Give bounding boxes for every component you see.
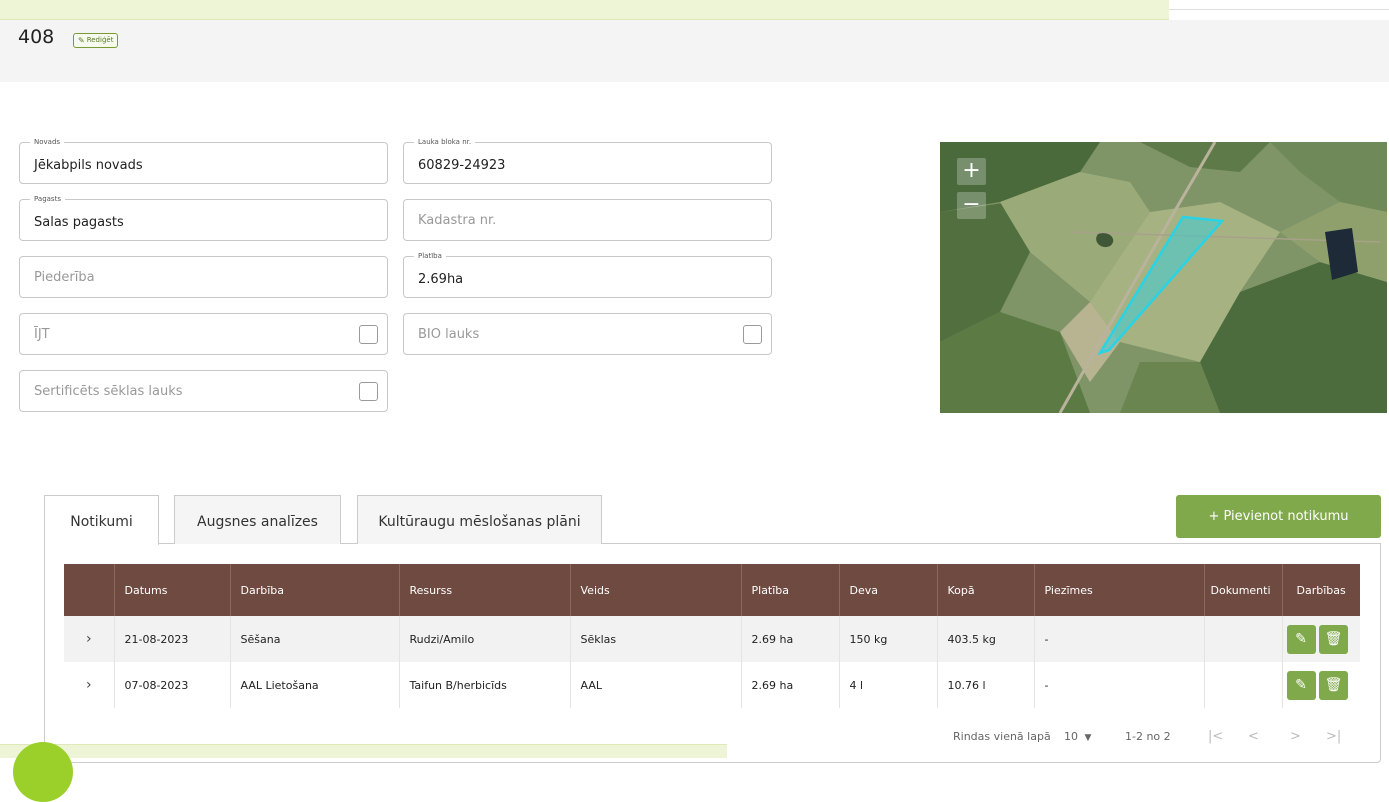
cell-actions: ✎ 🗑 xyxy=(1281,662,1360,708)
cell-piezimes: - xyxy=(1033,662,1204,708)
novads-field[interactable]: Novads Jēkabpils novads xyxy=(19,137,388,184)
cell-dokumenti xyxy=(1203,616,1282,662)
sertificets-checkbox[interactable] xyxy=(359,382,378,401)
header-resurss[interactable]: Resurss xyxy=(398,564,570,616)
field-header xyxy=(0,20,1389,82)
cell-dokumenti xyxy=(1203,662,1282,708)
satellite-image xyxy=(940,142,1387,413)
sertificets-label: Sertificēts sēklas lauks xyxy=(34,384,183,399)
tab-augsnes-analizes[interactable]: Augsnes analīzes xyxy=(174,495,341,544)
header-platiba[interactable]: Platība xyxy=(740,564,839,616)
cell-piezimes: - xyxy=(1033,616,1204,662)
floating-action-button[interactable] xyxy=(13,742,73,802)
ijt-field: ĪJT xyxy=(19,313,388,355)
bio-label: BIO lauks xyxy=(418,327,480,342)
field-title: 408 xyxy=(18,26,55,48)
cell-veids: AAL xyxy=(569,662,741,708)
caret-down-icon: ▼ xyxy=(1084,733,1092,743)
events-table: Datums Darbība Resurss Veids Platība Dev… xyxy=(64,564,1360,708)
cell-platiba: 2.69 ha xyxy=(740,662,839,708)
cell-platiba: 2.69 ha xyxy=(740,616,839,662)
header-deva[interactable]: Deva xyxy=(838,564,937,616)
cell-deva: 150 kg xyxy=(838,616,937,662)
edit-button-label: Rediģēt xyxy=(86,36,114,44)
pagination-range: 1-2 no 2 xyxy=(1125,730,1171,743)
platiba-field[interactable]: Platība 2.69ha xyxy=(403,251,772,298)
rows-per-page-label: Rindas vienā lapā xyxy=(953,730,1051,743)
trash-icon[interactable]: 🗑 xyxy=(1319,670,1348,700)
cell-darbiba: Sēšana xyxy=(229,616,399,662)
pagasts-value: Salas pagasts xyxy=(34,215,124,230)
zoom-out-button[interactable]: − xyxy=(957,192,986,219)
next-page-icon[interactable]: > xyxy=(1290,729,1301,744)
header-darbiba[interactable]: Darbība xyxy=(229,564,399,616)
cell-resurss: Rudzi/Amilo xyxy=(398,616,570,662)
sertificets-field: Sertificēts sēklas lauks xyxy=(19,370,388,412)
last-page-icon[interactable]: >| xyxy=(1326,729,1341,744)
header-expand xyxy=(64,564,114,616)
kadastrs-field[interactable]: Kadastra nr. xyxy=(403,199,772,241)
tab-kulturaugu-meslosanas-plani[interactable]: Kultūraugu mēslošanas plāni xyxy=(357,495,602,544)
top-divider xyxy=(1169,0,1389,10)
table-header-row: Datums Darbība Resurss Veids Platība Dev… xyxy=(64,564,1360,616)
lauka-bloks-label: Lauka bloka nr. xyxy=(414,137,476,147)
first-page-icon[interactable]: |< xyxy=(1208,729,1223,744)
field-map[interactable]: + − xyxy=(940,142,1387,413)
bio-field: BIO lauks xyxy=(403,313,772,355)
rows-per-page-select[interactable]: 10 ▼ xyxy=(1064,730,1091,743)
bio-checkbox[interactable] xyxy=(743,325,762,344)
cell-actions: ✎ 🗑 xyxy=(1281,616,1360,662)
trash-icon[interactable]: 🗑 xyxy=(1319,624,1348,654)
cell-darbiba: AAL Lietošana xyxy=(229,662,399,708)
pagasts-field[interactable]: Pagasts Salas pagasts xyxy=(19,194,388,241)
pencil-icon: ✎ xyxy=(78,36,85,45)
zoom-in-button[interactable]: + xyxy=(957,158,986,185)
bottom-banner-strip xyxy=(0,744,727,758)
header-kopa[interactable]: Kopā xyxy=(936,564,1034,616)
header-datums[interactable]: Datums xyxy=(113,564,230,616)
ijt-label: ĪJT xyxy=(34,327,50,342)
table-row: › 21-08-2023 Sēšana Rudzi/Amilo Sēklas 2… xyxy=(64,616,1360,662)
cell-datums: 21-08-2023 xyxy=(113,616,230,662)
cell-veids: Sēklas xyxy=(569,616,741,662)
lauka-bloks-value: 60829-24923 xyxy=(418,158,506,173)
pencil-icon[interactable]: ✎ xyxy=(1286,624,1316,654)
tab-notikumi[interactable]: Notikumi xyxy=(44,495,159,545)
cell-kopa: 10.76 l xyxy=(936,662,1034,708)
header-piezimes[interactable]: Piezīmes xyxy=(1033,564,1204,616)
platiba-label: Platība xyxy=(414,251,446,261)
ijt-checkbox[interactable] xyxy=(359,325,378,344)
pencil-icon[interactable]: ✎ xyxy=(1286,670,1316,700)
cell-kopa: 403.5 kg xyxy=(936,616,1034,662)
lauka-bloks-field[interactable]: Lauka bloka nr. 60829-24923 xyxy=(403,137,772,184)
platiba-value: 2.69ha xyxy=(418,272,464,287)
cell-resurss: Taifun B/herbicīds xyxy=(398,662,570,708)
header-dokumenti[interactable]: Dokumenti xyxy=(1203,564,1282,616)
novads-label: Novads xyxy=(30,137,65,147)
header-darbibas: Darbības xyxy=(1281,564,1360,616)
top-banner-strip xyxy=(0,0,1169,20)
rows-per-page-value: 10 xyxy=(1064,730,1078,743)
kadastrs-placeholder: Kadastra nr. xyxy=(418,213,497,228)
edit-button[interactable]: ✎ Rediģēt xyxy=(73,33,119,48)
add-event-button[interactable]: + Pievienot notikumu xyxy=(1176,495,1381,538)
prev-page-icon[interactable]: < xyxy=(1248,729,1259,744)
cell-datums: 07-08-2023 xyxy=(113,662,230,708)
chevron-right-icon[interactable]: › xyxy=(64,662,114,708)
pagasts-label: Pagasts xyxy=(30,194,65,204)
header-veids[interactable]: Veids xyxy=(569,564,741,616)
piederiba-placeholder: Piederība xyxy=(34,270,95,285)
novads-value: Jēkabpils novads xyxy=(34,158,143,173)
table-row: › 07-08-2023 AAL Lietošana Taifun B/herb… xyxy=(64,662,1360,708)
piederiba-field[interactable]: Piederība xyxy=(19,256,388,298)
chevron-right-icon[interactable]: › xyxy=(64,616,114,662)
cell-deva: 4 l xyxy=(838,662,937,708)
